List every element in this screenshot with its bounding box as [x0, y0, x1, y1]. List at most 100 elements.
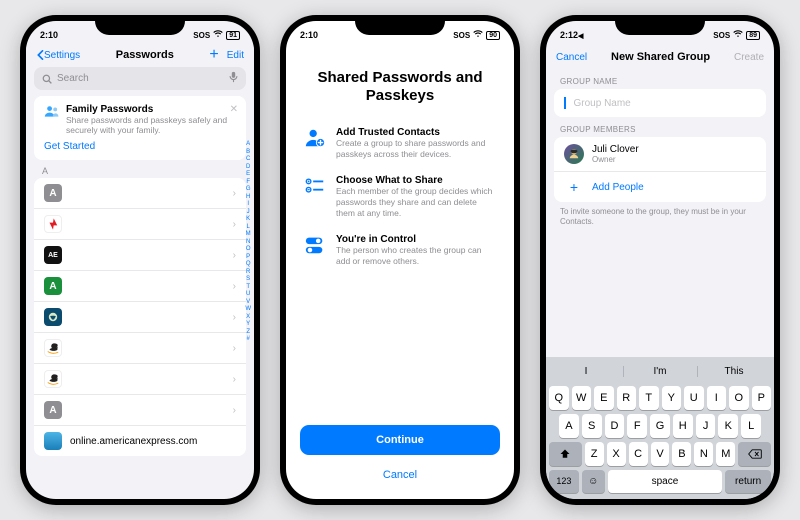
emoji-key[interactable]: ☺	[582, 470, 605, 493]
index-letter[interactable]: Z	[245, 329, 251, 337]
index-letter[interactable]: L	[245, 224, 251, 232]
status-sos: SOS	[193, 31, 210, 40]
suggestion[interactable]: I	[549, 361, 623, 382]
alpha-index[interactable]: ABCDEFGHIJKLMNOPQRSTUVWXYZ#	[245, 141, 251, 344]
mic-icon[interactable]	[229, 71, 238, 86]
list-item[interactable]: ›	[34, 302, 246, 333]
list-item[interactable]: online.americanexpress.com	[34, 426, 246, 456]
index-letter[interactable]: V	[245, 299, 251, 307]
key-r[interactable]: R	[617, 386, 637, 410]
key-x[interactable]: X	[607, 442, 626, 466]
create-button[interactable]: Create	[734, 52, 764, 63]
list-item[interactable]: AE ›	[34, 240, 246, 271]
suggestion[interactable]: This	[697, 361, 771, 382]
get-started-button[interactable]: Get Started	[44, 141, 236, 152]
index-letter[interactable]: #	[245, 336, 251, 344]
index-letter[interactable]: T	[245, 284, 251, 292]
site-icon: AE	[44, 246, 62, 264]
cancel-button[interactable]: Cancel	[556, 52, 587, 63]
key-o[interactable]: O	[729, 386, 749, 410]
group-name-input[interactable]: Group Name	[554, 89, 766, 117]
list-item[interactable]: A ›	[34, 271, 246, 302]
key-g[interactable]: G	[650, 414, 670, 438]
key-q[interactable]: Q	[549, 386, 569, 410]
index-letter[interactable]: D	[245, 164, 251, 172]
return-key[interactable]: return	[725, 470, 771, 493]
edit-button[interactable]: Edit	[227, 50, 244, 61]
index-letter[interactable]: C	[245, 156, 251, 164]
key-u[interactable]: U	[684, 386, 704, 410]
search-input[interactable]: Search	[34, 67, 246, 90]
numbers-key[interactable]: 123	[549, 470, 579, 493]
index-letter[interactable]: S	[245, 276, 251, 284]
index-letter[interactable]: B	[245, 149, 251, 157]
key-i[interactable]: I	[707, 386, 727, 410]
index-letter[interactable]: H	[245, 194, 251, 202]
index-letter[interactable]: K	[245, 216, 251, 224]
input-placeholder: Group Name	[574, 98, 631, 109]
key-b[interactable]: B	[672, 442, 691, 466]
key-l[interactable]: L	[741, 414, 761, 438]
key-j[interactable]: J	[696, 414, 716, 438]
key-z[interactable]: Z	[585, 442, 604, 466]
index-letter[interactable]: P	[245, 254, 251, 262]
suggestion[interactable]: I'm	[623, 361, 697, 382]
key-c[interactable]: C	[629, 442, 648, 466]
hint-text: To invite someone to the group, they mus…	[560, 207, 760, 228]
list-item[interactable]: ›	[34, 209, 246, 240]
key-v[interactable]: V	[651, 442, 670, 466]
index-letter[interactable]: J	[245, 209, 251, 217]
index-letter[interactable]: Y	[245, 321, 251, 329]
index-letter[interactable]: N	[245, 239, 251, 247]
list-item[interactable]: A ›	[34, 395, 246, 426]
chevron-right-icon: ›	[233, 219, 236, 230]
index-letter[interactable]: W	[245, 306, 251, 314]
key-n[interactable]: N	[694, 442, 713, 466]
key-m[interactable]: M	[716, 442, 735, 466]
add-people-button[interactable]: + Add People	[554, 172, 766, 202]
close-icon[interactable]: ✕	[230, 104, 238, 115]
list-item[interactable]: A ›	[34, 178, 246, 209]
index-letter[interactable]: Q	[245, 261, 251, 269]
passwords-list[interactable]: A › › AE › A ›	[34, 178, 246, 456]
index-letter[interactable]: U	[245, 291, 251, 299]
shift-key[interactable]	[549, 442, 582, 466]
key-e[interactable]: E	[594, 386, 614, 410]
continue-button[interactable]: Continue	[300, 425, 500, 455]
member-row[interactable]: Juli Clover Owner	[554, 137, 766, 172]
key-h[interactable]: H	[673, 414, 693, 438]
backspace-key[interactable]	[738, 442, 771, 466]
key-s[interactable]: S	[582, 414, 602, 438]
chevron-right-icon: ›	[233, 343, 236, 354]
key-w[interactable]: W	[572, 386, 592, 410]
add-button[interactable]: +	[209, 50, 218, 60]
key-t[interactable]: T	[639, 386, 659, 410]
text-cursor	[564, 97, 566, 109]
index-letter[interactable]: R	[245, 269, 251, 277]
key-y[interactable]: Y	[662, 386, 682, 410]
index-letter[interactable]: X	[245, 314, 251, 322]
back-button[interactable]: Settings	[36, 50, 80, 61]
index-letter[interactable]: O	[245, 246, 251, 254]
battery-icon: 91	[226, 31, 240, 40]
key-f[interactable]: F	[627, 414, 647, 438]
cancel-button[interactable]: Cancel	[286, 461, 514, 489]
feature-title: Add Trusted Contacts	[336, 127, 496, 138]
key-k[interactable]: K	[718, 414, 738, 438]
index-letter[interactable]: A	[245, 141, 251, 149]
index-letter[interactable]: I	[245, 201, 251, 209]
keyboard[interactable]: I I'm This QWERTYUIOP ASDFGHJKL ZXCVBNM …	[546, 357, 774, 499]
list-item[interactable]: ›	[34, 364, 246, 395]
notch	[95, 15, 185, 35]
wifi-icon	[473, 30, 483, 40]
index-letter[interactable]: F	[245, 179, 251, 187]
key-p[interactable]: P	[752, 386, 772, 410]
index-letter[interactable]: G	[245, 186, 251, 194]
index-letter[interactable]: E	[245, 171, 251, 179]
key-d[interactable]: D	[605, 414, 625, 438]
index-letter[interactable]: M	[245, 231, 251, 239]
list-item[interactable]: ›	[34, 333, 246, 364]
key-a[interactable]: A	[559, 414, 579, 438]
suggestion-bar[interactable]: I I'm This	[549, 361, 771, 382]
space-key[interactable]: space	[608, 470, 723, 493]
